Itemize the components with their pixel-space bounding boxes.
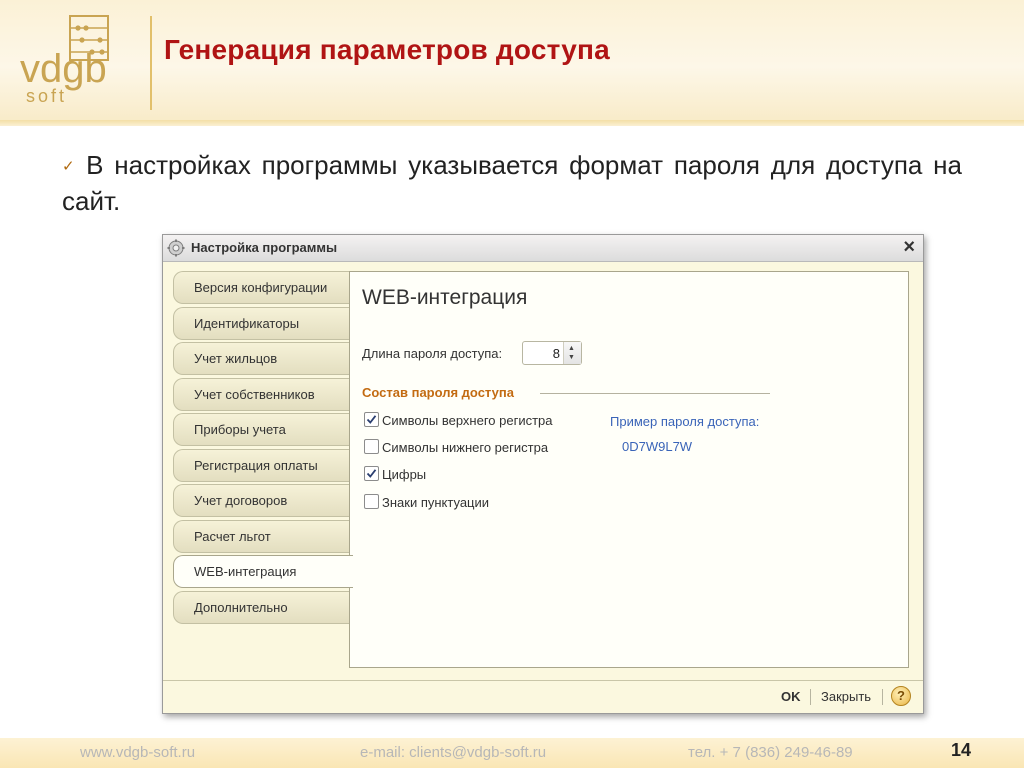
- bullet-text-block: ✓ В настройках программы указывается форм…: [62, 148, 962, 218]
- password-composition-group-title: Состав пароля доступа: [362, 385, 514, 400]
- punctuation-label: Знаки пунктуации: [382, 495, 490, 510]
- tab-benefits[interactable]: Расчет льгот: [173, 519, 351, 553]
- lowercase-label: Символы нижнего регистра: [382, 440, 549, 455]
- stepper-up-icon[interactable]: ▲: [568, 345, 575, 353]
- password-length-stepper[interactable]: 8 ▲ ▼: [522, 341, 582, 365]
- vdgb-soft-logo: vdgb soft: [20, 15, 109, 106]
- tab-contracts[interactable]: Учет договоров: [173, 484, 351, 517]
- tab-payment-registration[interactable]: Регистрация оплаты: [173, 448, 351, 482]
- checkmark-icon: [366, 415, 377, 424]
- svg-text:vdgb: vdgb: [20, 47, 107, 91]
- gear-icon: [167, 239, 185, 257]
- option-uppercase[interactable]: Символы верхнего регистра: [364, 412, 553, 430]
- help-icon[interactable]: ?: [891, 686, 911, 706]
- tab-owners[interactable]: Учет собственников: [173, 377, 351, 411]
- dialog-titlebar[interactable]: Настройка программы ×: [163, 235, 923, 262]
- footer-website[interactable]: www.vdgb-soft.ru: [80, 744, 195, 761]
- punctuation-checkbox[interactable]: [364, 494, 379, 509]
- digits-label: Цифры: [382, 467, 427, 482]
- tab-content-panel: WEB-интеграция Длина пароля доступа: 8 ▲…: [349, 271, 909, 668]
- tab-meters[interactable]: Приборы учета: [173, 413, 351, 446]
- option-digits[interactable]: Цифры: [364, 466, 426, 484]
- header-divider: [0, 120, 1024, 126]
- option-lowercase[interactable]: Символы нижнего регистра: [364, 439, 548, 457]
- dialog-title: Настройка программы: [191, 240, 338, 255]
- settings-tabs: Версия конфигурации Идентификаторы Учет …: [173, 271, 353, 626]
- password-example-value: 0D7W9L7W: [622, 439, 693, 454]
- uppercase-checkbox[interactable]: [364, 412, 379, 427]
- button-separator: [810, 689, 811, 705]
- footer-email[interactable]: e-mail: clients@vdgb-soft.ru: [360, 744, 546, 761]
- tab-residents[interactable]: Учет жильцов: [173, 342, 351, 375]
- section-title: WEB-интеграция: [362, 286, 528, 309]
- password-length-label: Длина пароля доступа:: [362, 346, 503, 361]
- tab-configuration-version[interactable]: Версия конфигурации: [173, 271, 351, 304]
- password-example-label: Пример пароля доступа:: [610, 414, 760, 429]
- close-button[interactable]: Закрыть: [821, 689, 871, 704]
- page-number: 14: [950, 740, 971, 760]
- settings-dialog: Настройка программы × Версия конфигураци…: [162, 234, 924, 714]
- slide-title: Генерация параметров доступа: [164, 34, 610, 65]
- lowercase-checkbox[interactable]: [364, 439, 379, 454]
- stepper-down-icon[interactable]: ▼: [568, 354, 575, 362]
- dialog-button-bar: OK Закрыть ?: [163, 680, 923, 713]
- checkmark-bullet-icon: ✓: [62, 158, 79, 175]
- option-punctuation[interactable]: Знаки пунктуации: [364, 494, 489, 512]
- tab-identifiers[interactable]: Идентификаторы: [173, 306, 351, 340]
- checkmark-icon: [366, 469, 377, 478]
- password-length-value[interactable]: 8: [553, 346, 560, 361]
- bullet-text: В настройках программы указывается форма…: [62, 150, 962, 216]
- close-icon[interactable]: ×: [903, 236, 915, 258]
- digits-checkbox[interactable]: [364, 466, 379, 481]
- tab-additional[interactable]: Дополнительно: [173, 590, 351, 624]
- svg-text:soft: soft: [26, 86, 67, 106]
- group-divider: [540, 393, 770, 394]
- logo-divider: [150, 16, 152, 110]
- uppercase-label: Символы верхнего регистра: [382, 413, 553, 428]
- footer-phone: тел. + 7 (836) 249-46-89: [688, 744, 853, 761]
- tab-web-integration[interactable]: WEB-интеграция: [173, 555, 353, 588]
- stepper-buttons[interactable]: ▲ ▼: [563, 342, 581, 364]
- ok-button[interactable]: OK: [781, 689, 801, 704]
- button-separator: [882, 689, 883, 705]
